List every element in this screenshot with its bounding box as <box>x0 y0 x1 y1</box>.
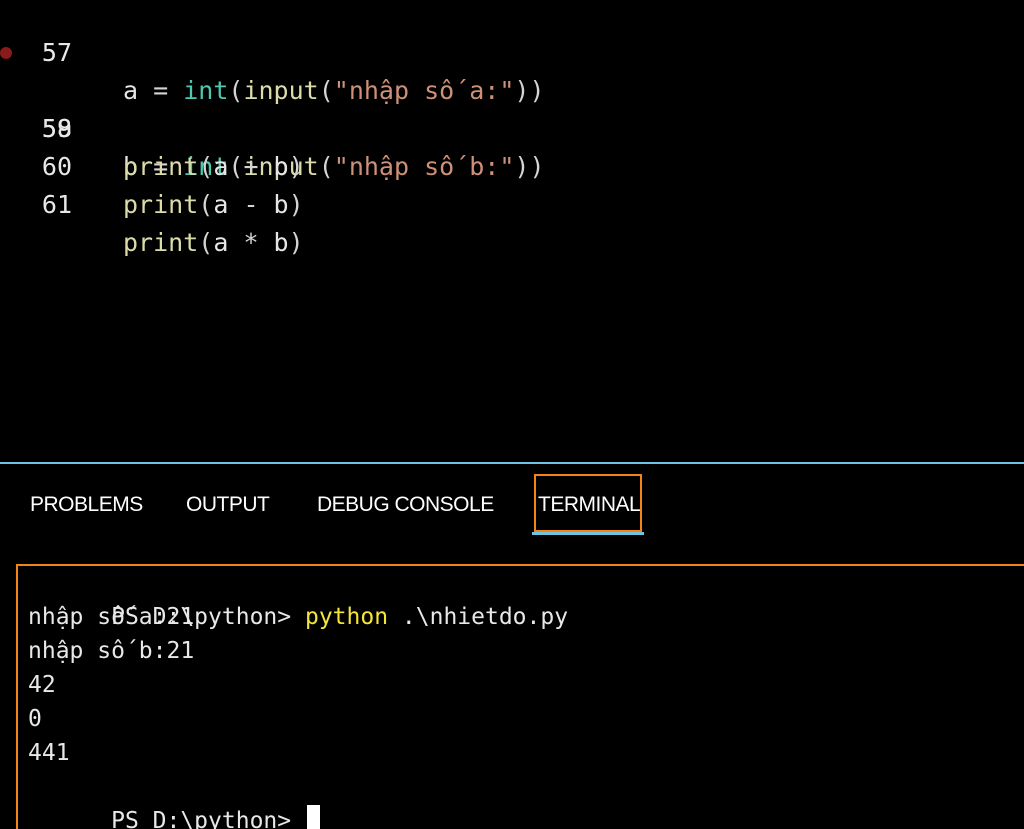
code-token: * <box>228 228 274 257</box>
terminal-output-line: 0 <box>28 706 42 732</box>
terminal-command-args: .\nhietdo.py <box>388 604 569 630</box>
terminal-output-line: nhập số b:21 <box>28 638 195 664</box>
terminal-command-line: PS D:\python> python .\nhietdo.py <box>28 566 568 630</box>
code-editor[interactable]: 57 a = int(input("nhập số a:")) 58 b = i… <box>0 0 1024 462</box>
code-text[interactable]: print(a * b) <box>123 224 304 262</box>
tab-debug-console[interactable]: DEBUG CONSOLE <box>317 488 494 522</box>
tab-terminal[interactable]: TERMINAL <box>534 474 642 532</box>
bottom-panel: PROBLEMS OUTPUT DEBUG CONSOLE TERMINAL P… <box>0 462 1024 829</box>
line-number[interactable]: 61 <box>20 186 72 224</box>
code-token: ) <box>288 190 304 219</box>
terminal-command: python <box>304 604 389 630</box>
tab-problems[interactable]: PROBLEMS <box>30 488 143 522</box>
code-line-58[interactable]: 58 b = int(input("nhập số b:")) <box>0 34 1024 181</box>
code-token: a <box>213 228 229 257</box>
code-token: ) <box>288 228 304 257</box>
code-token: - <box>228 190 274 219</box>
code-line-59[interactable]: 59 print(a + b) <box>0 72 1024 181</box>
code-token: a <box>213 190 229 219</box>
breakpoint-icon[interactable] <box>0 47 12 59</box>
terminal-view[interactable]: PS D:\python> python .\nhietdo.py nhập s… <box>16 564 1024 829</box>
code-token: print <box>123 190 199 219</box>
code-token: ( <box>198 190 214 219</box>
active-tab-indicator <box>532 532 644 535</box>
terminal-output-line: 42 <box>28 672 56 698</box>
terminal-cursor <box>306 805 320 829</box>
code-line-57[interactable]: 57 a = int(input("nhập số a:")) <box>0 0 1024 105</box>
terminal-prompt: PS D:\python> <box>111 808 305 829</box>
code-text[interactable]: print(a - b) <box>123 186 304 224</box>
terminal-output-line: 441 <box>28 740 70 766</box>
terminal-output-line: nhập số a:21 <box>28 604 195 630</box>
code-token: ( <box>198 228 214 257</box>
code-line-60[interactable]: 60 print(a - b) <box>0 110 1024 219</box>
tab-output[interactable]: OUTPUT <box>186 488 270 522</box>
code-line-61[interactable]: 61 print(a * b) <box>0 148 1024 257</box>
code-token: print <box>123 228 199 257</box>
code-token: b <box>273 228 289 257</box>
terminal-input-line[interactable]: PS D:\python> <box>28 770 320 829</box>
code-token: b <box>273 190 289 219</box>
panel-tab-bar: PROBLEMS OUTPUT DEBUG CONSOLE TERMINAL <box>0 464 1024 542</box>
